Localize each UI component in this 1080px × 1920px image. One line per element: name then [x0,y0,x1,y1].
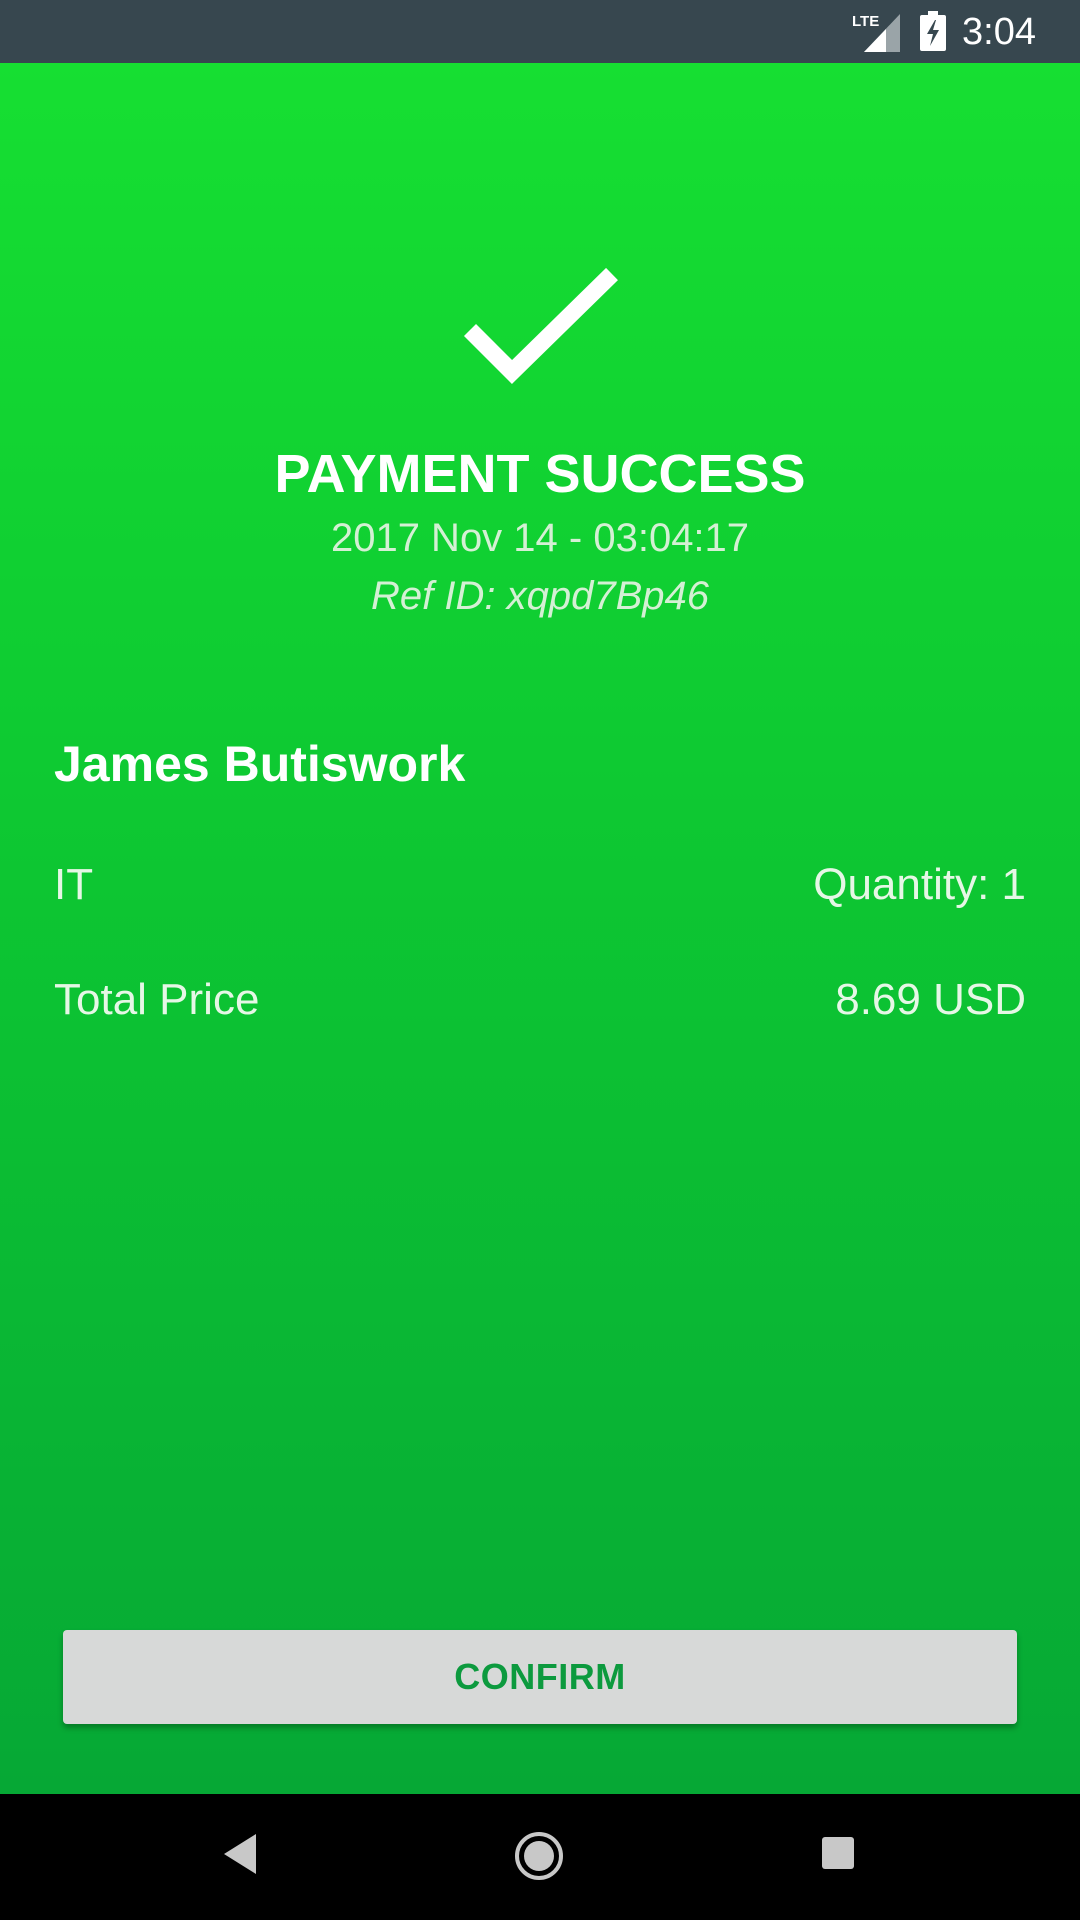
status-clock: 3:04 [962,11,1036,53]
customer-name: James Butiswork [54,736,466,792]
item-quantity: Quantity: 1 [813,860,1026,909]
total-price-value: 8.69 USD [835,975,1026,1024]
item-name: IT [54,860,94,909]
lte-signal-icon: LTE [852,13,900,52]
battery-charging-icon [920,11,946,51]
payment-datetime: 2017 Nov 14 - 03:04:17 [330,516,750,560]
home-icon[interactable] [513,1830,565,1882]
total-price-label: Total Price [54,975,260,1024]
recents-icon[interactable] [821,1836,855,1870]
payment-success-screen: PAYMENT SUCCESS 2017 Nov 14 - 03:04:17 R… [0,63,1080,1794]
status-bar: LTE 3:04 [0,0,1080,63]
item-row: IT Quantity: 1 [54,855,1026,915]
confirm-button[interactable]: CONFIRM [63,1630,1017,1724]
total-price-row: Total Price 8.69 USD [54,970,1026,1030]
payment-ref-id: Ref ID: xqpd7Bp46 [371,574,709,618]
payment-status-title: PAYMENT SUCCESS [274,444,806,504]
navigation-bar [0,1794,1080,1920]
svg-text:LTE: LTE [852,13,879,30]
checkmark-icon [463,268,618,384]
back-icon[interactable] [222,1832,258,1876]
